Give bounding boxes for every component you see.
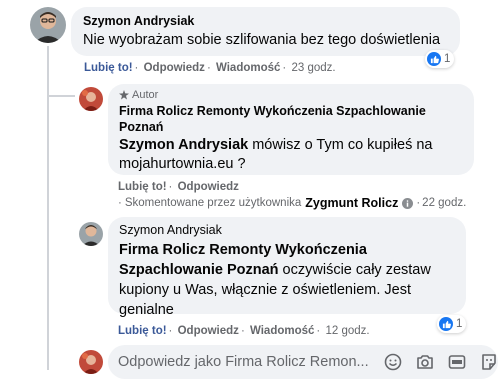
commented-by: · Skomentowane przez użytkownika Zygmunt… [118, 196, 466, 210]
comment-author[interactable]: Firma Rolicz Remonty Wykończenia Szpachl… [119, 103, 439, 135]
avatar-firma-rolicz[interactable] [79, 87, 103, 111]
dot-separator: · [118, 197, 122, 209]
reaction-counter[interactable]: 1 [437, 315, 467, 333]
thread-line-branch [47, 95, 75, 97]
reply-placeholder[interactable]: Odpowiedz jako Firma Rolicz Remon... [118, 354, 370, 370]
reaction-count: 1 [444, 53, 451, 65]
comment-time[interactable]: 22 godz. [422, 197, 466, 209]
like-button[interactable]: Lubię to! [118, 181, 167, 193]
comment-time[interactable]: 12 godz. [325, 325, 369, 337]
reply-button[interactable]: Odpowiedz [178, 325, 239, 337]
like-button[interactable]: Lubię to! [118, 325, 167, 337]
info-icon[interactable] [402, 197, 414, 209]
comment-bubble-author: Autor Firma Rolicz Remonty Wykończenia S… [108, 84, 474, 175]
avatar-szymon[interactable] [30, 7, 66, 43]
sticker-icon[interactable] [480, 353, 498, 371]
reply-button[interactable]: Odpowiedz [144, 62, 205, 74]
reaction-counter[interactable]: 1 [425, 50, 455, 68]
author-badge-label: Autor [132, 89, 159, 101]
comment-actions: Lubię to! · Odpowiedz · Wiadomość · 23 godz… [84, 62, 336, 74]
reaction-count: 1 [456, 318, 463, 330]
emoji-icon[interactable] [384, 353, 402, 371]
like-button[interactable]: Lubię to! [84, 62, 133, 74]
commented-by-name[interactable]: Zygmunt Rolicz [305, 196, 398, 210]
message-button[interactable]: Wiadomość [250, 325, 314, 337]
comment-time[interactable]: 23 godz. [291, 62, 335, 74]
gif-icon[interactable] [448, 353, 466, 371]
like-icon [439, 317, 453, 331]
message-button[interactable]: Wiadomość [216, 62, 280, 74]
comment-actions: Lubię to! · Odpowiedz · Wiadomość · 12 godz… [118, 325, 370, 337]
reply-tools [384, 353, 498, 371]
comment-bubble: Szymon Andrysiak Nie wyobrażam sobie szl… [71, 7, 460, 56]
avatar-firma-rolicz[interactable] [79, 350, 103, 374]
commented-by-prefix: Skomentowane przez użytkownika [124, 197, 302, 209]
comment-author[interactable]: Szymon Andrysiak [119, 223, 455, 237]
like-icon [427, 52, 441, 66]
comment-text: Nie wyobrażam sobie szlifowania bez tego… [83, 32, 441, 48]
author-badge: Autor [119, 89, 463, 101]
comment-bubble: Szymon Andrysiak Firma Rolicz Remonty Wy… [108, 217, 466, 318]
camera-icon[interactable] [416, 353, 434, 371]
avatar-szymon[interactable] [79, 222, 103, 246]
comment-author[interactable]: Szymon Andrysiak [83, 14, 448, 28]
dot-separator: · [416, 197, 421, 209]
badge-icon [119, 90, 129, 100]
reply-input[interactable]: Odpowiedz jako Firma Rolicz Remon... [108, 345, 498, 379]
comment-text: Szymon Andrysiak mówisz o Tym co kupiłeś… [119, 136, 463, 174]
comment-actions: Lubię to! · Odpowiedz [118, 181, 239, 193]
comment-text: Firma Rolicz Remonty Wykończenia Szpachl… [119, 240, 455, 320]
reply-button[interactable]: Odpowiedz [178, 181, 239, 193]
tagged-user[interactable]: Szymon Andrysiak [119, 137, 248, 153]
